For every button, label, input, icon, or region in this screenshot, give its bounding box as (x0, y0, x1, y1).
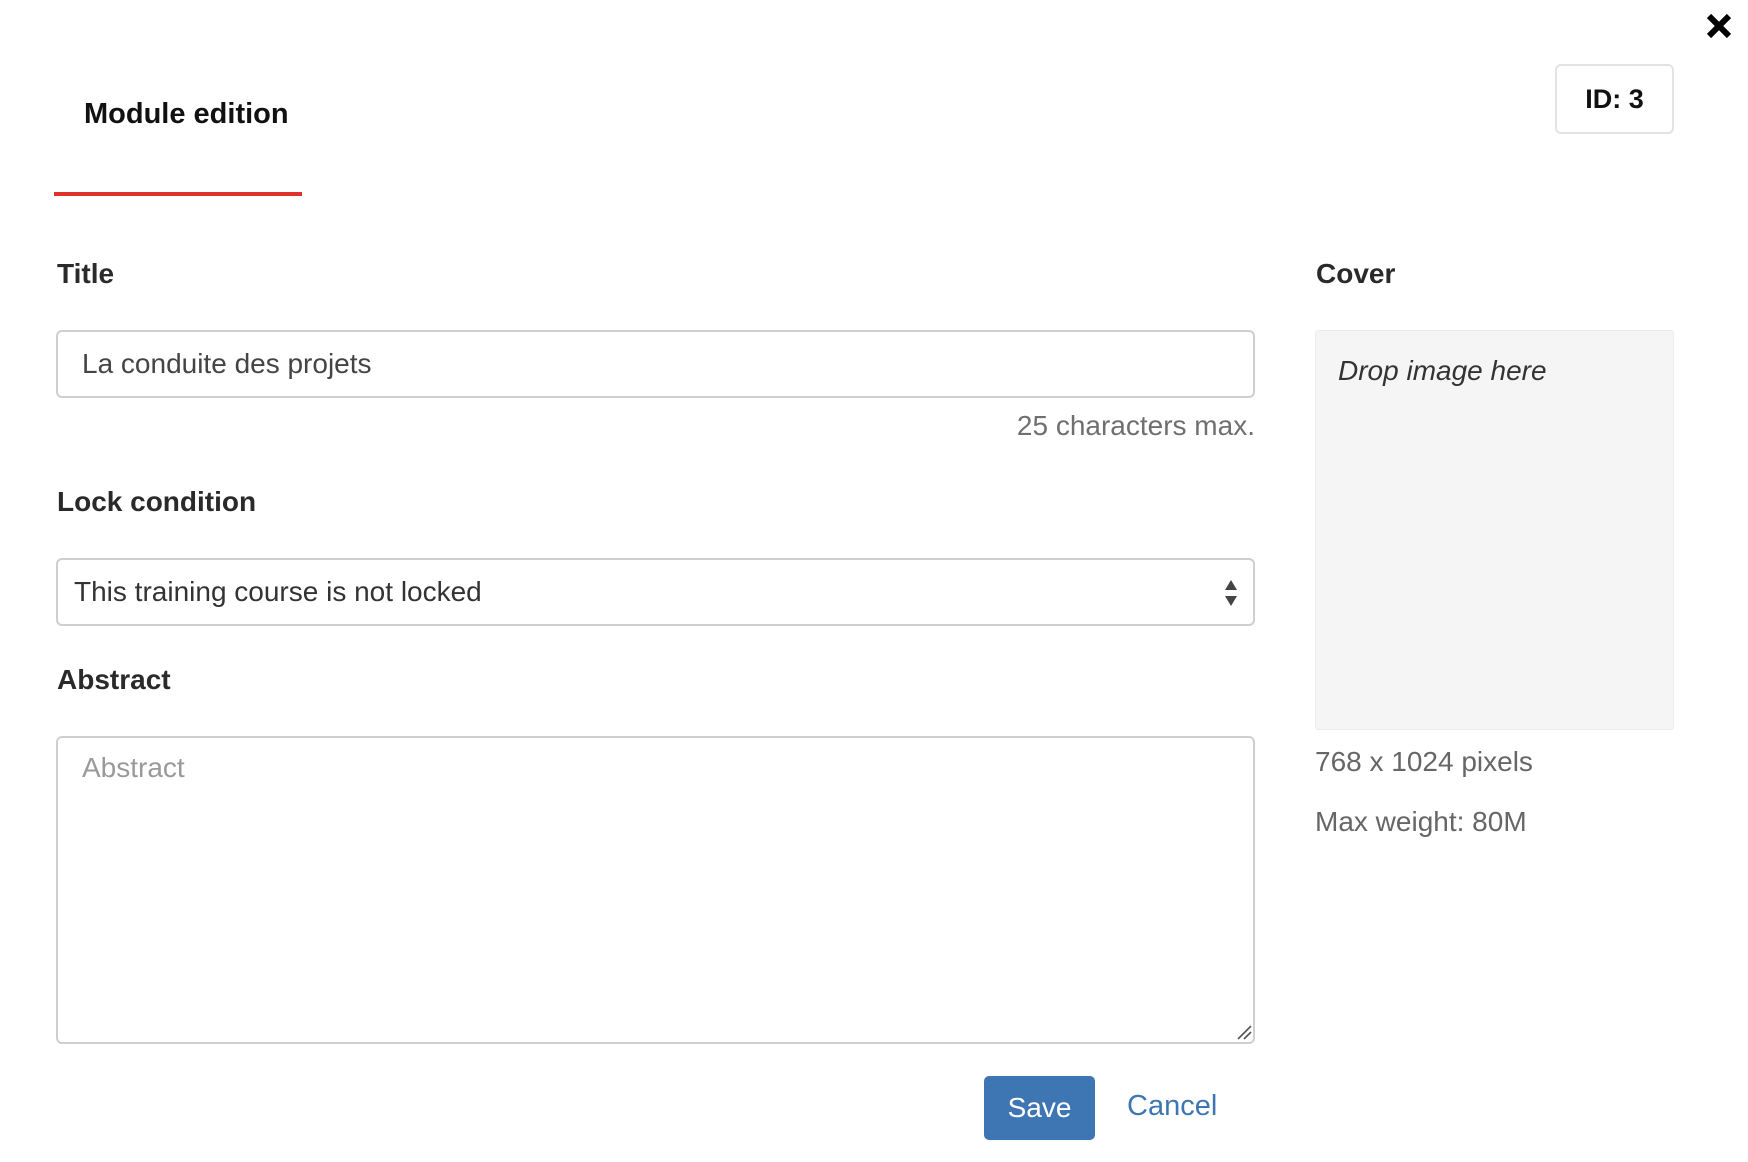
active-tab-indicator (54, 192, 302, 196)
cover-label: Cover (1316, 258, 1396, 289)
resize-handle-icon[interactable] (1236, 1024, 1252, 1040)
save-button[interactable]: Save (984, 1076, 1095, 1140)
cover-dimensions: 768 x 1024 pixels (1315, 746, 1533, 777)
title-label: Title (57, 258, 115, 289)
close-button[interactable] (1701, 8, 1737, 44)
cover-max-weight: Max weight: 80M (1315, 806, 1527, 837)
lock-condition-selected-value: This training course is not locked (74, 576, 482, 607)
title-input[interactable] (56, 330, 1255, 398)
id-badge: ID: 3 (1555, 64, 1674, 134)
module-edition-modal: Module edition ID: 3 Title 25 characters… (0, 0, 1748, 1162)
page-title: Module edition (84, 98, 289, 130)
lock-condition-label: Lock condition (57, 486, 257, 517)
lock-condition-select[interactable]: This training course is not locked (56, 558, 1255, 626)
cover-dropzone[interactable]: Drop image here (1315, 330, 1674, 730)
close-icon (1706, 13, 1732, 39)
title-help-text: 25 characters max. (1016, 410, 1255, 441)
dropzone-text: Drop image here (1338, 355, 1547, 386)
select-arrows-icon (1225, 580, 1237, 606)
cancel-link[interactable]: Cancel (1127, 1090, 1217, 1123)
abstract-label: Abstract (57, 664, 171, 695)
tab-module-edition[interactable]: Module edition (54, 88, 302, 196)
abstract-textarea[interactable] (56, 736, 1255, 1044)
